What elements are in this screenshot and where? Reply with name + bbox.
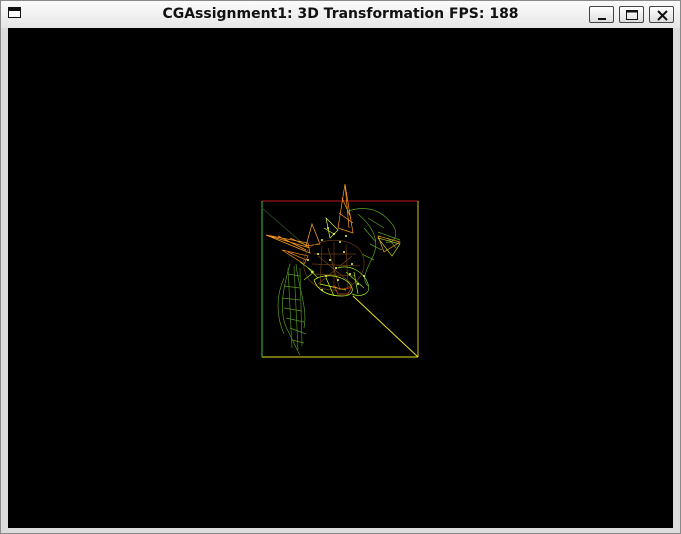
app-window: CGAssignment1: 3D Transformation FPS: 18… — [0, 0, 681, 534]
scene — [261, 183, 419, 358]
render-viewport[interactable] — [8, 28, 673, 528]
bounding-box — [261, 200, 419, 358]
minimize-button[interactable] — [589, 6, 614, 23]
window-title: CGAssignment1: 3D Transformation FPS: 18… — [162, 6, 519, 22]
close-icon — [657, 10, 668, 21]
close-button[interactable] — [649, 6, 674, 23]
wireframe-model — [265, 183, 401, 356]
maximize-icon — [626, 10, 638, 20]
system-menu-icon[interactable] — [8, 7, 21, 18]
minimize-icon — [598, 18, 606, 20]
title-bar[interactable]: CGAssignment1: 3D Transformation FPS: 18… — [1, 1, 680, 28]
maximize-button[interactable] — [619, 6, 644, 23]
